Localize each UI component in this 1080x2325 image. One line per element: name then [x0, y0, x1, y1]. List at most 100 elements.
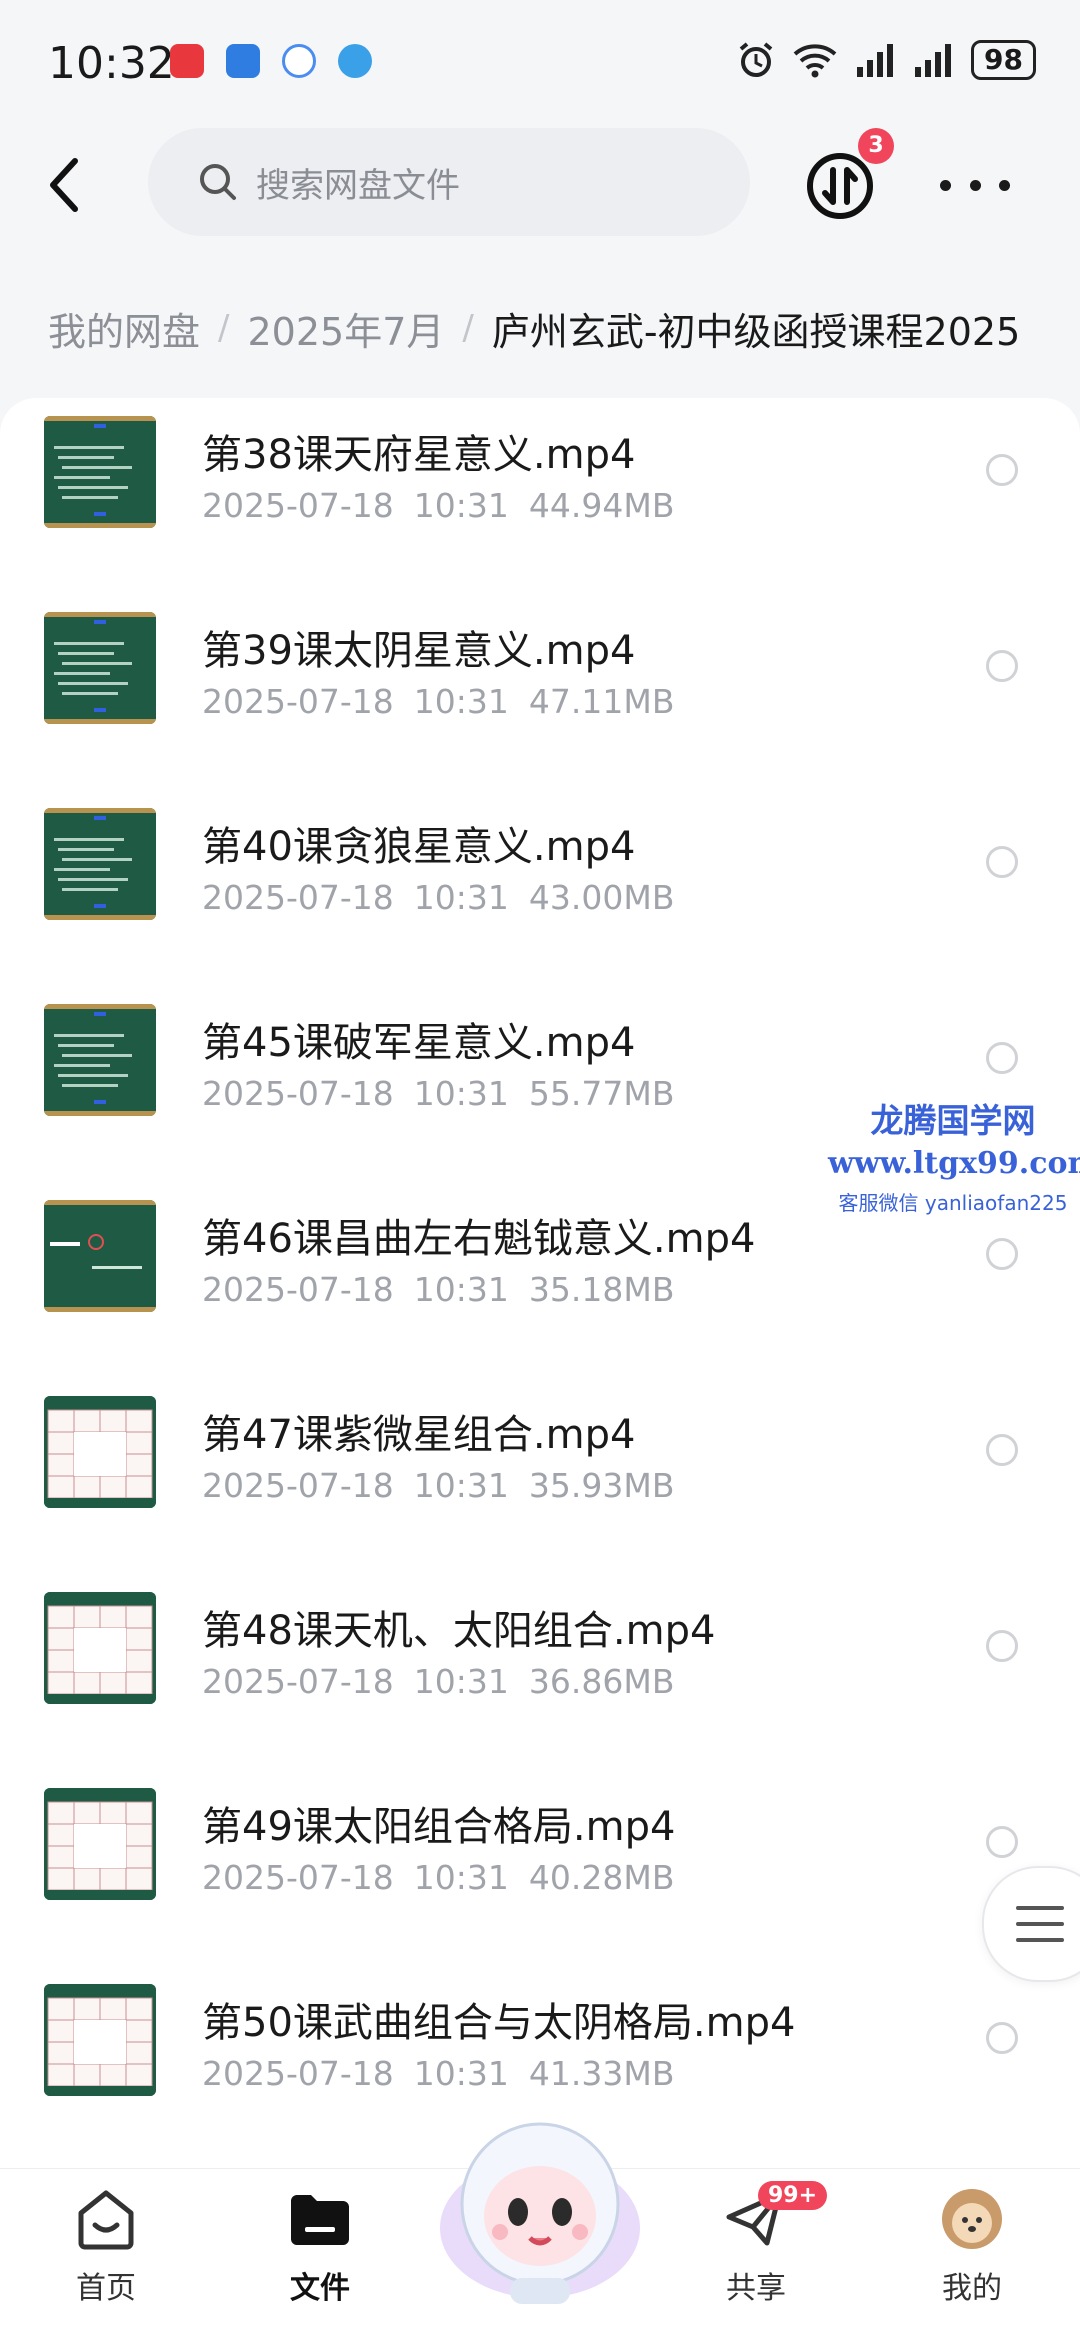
breadcrumb-item-root[interactable]: 我的网盘 — [48, 301, 200, 356]
file-size: 44.94MB — [528, 486, 675, 525]
top-bar: 搜索网盘文件 3 — [0, 120, 1080, 250]
file-meta: 2025-07-18 10:31 47.11MB — [202, 682, 674, 721]
file-meta: 2025-07-18 10:31 35.18MB — [202, 1270, 674, 1309]
file-name: 第45课破军星意义.mp4 — [202, 1020, 636, 1066]
file-name: 第38课天府星意义.mp4 — [202, 432, 636, 478]
watermark-contact: 客服微信 yanliaofan225 — [838, 1191, 1068, 1215]
transfer-badge: 3 — [858, 128, 894, 164]
file-time: 10:31 — [413, 878, 509, 917]
more-dot-icon — [969, 179, 981, 191]
file-time: 10:31 — [413, 1074, 509, 1113]
status-bar: 10:32 98 — [0, 0, 1080, 120]
watermark: 龙腾国学网 www.ltgx99.com 客服微信 yanliaofan225 — [828, 1094, 1080, 1216]
nav-label-share: 共享 — [726, 2271, 786, 2306]
breadcrumb-separator: / — [218, 308, 230, 348]
select-radio[interactable] — [986, 454, 1018, 486]
file-name: 第46课昌曲左右魁钺意义.mp4 — [202, 1216, 756, 1262]
alarm-icon — [739, 42, 773, 77]
file-time: 10:31 — [413, 1466, 509, 1505]
ai-assistant-mascot-button[interactable] — [430, 2108, 650, 2308]
huawei-app-icon — [170, 44, 204, 78]
file-date: 2025-07-18 — [202, 1858, 394, 1897]
file-meta: 2025-07-18 10:31 43.00MB — [202, 878, 674, 917]
select-radio[interactable] — [986, 1434, 1018, 1466]
file-time: 10:31 — [413, 1858, 509, 1897]
watermark-url: www.ltgx99.com — [828, 1146, 1080, 1181]
menu-line-icon — [1016, 1938, 1064, 1942]
breadcrumb-item-current: 庐州玄武-初中级函授课程2025 — [491, 309, 1021, 354]
select-radio[interactable] — [986, 650, 1018, 682]
transfer-list-button[interactable]: 3 — [800, 128, 894, 226]
video-thumbnail — [44, 1004, 156, 1116]
breadcrumb: 我的网盘 / 2025年7月 / 庐州玄武-初中级函授课程2025 — [48, 298, 1020, 358]
file-meta: 2025-07-18 10:31 36.86MB — [202, 1662, 674, 1701]
notification-icons — [170, 44, 372, 78]
file-meta: 2025-07-18 10:31 40.28MB — [202, 1858, 674, 1897]
video-thumbnail — [44, 612, 156, 724]
file-date: 2025-07-18 — [202, 682, 394, 721]
video-thumbnail — [44, 1396, 156, 1508]
menu-line-icon — [1016, 1922, 1064, 1926]
video-thumbnail — [44, 416, 156, 528]
file-name: 第49课太阳组合格局.mp4 — [202, 1804, 676, 1850]
file-size: 35.93MB — [528, 1466, 675, 1505]
file-date: 2025-07-18 — [202, 486, 394, 525]
nav-label-files: 文件 — [290, 2271, 350, 2306]
file-time: 10:31 — [413, 1270, 509, 1309]
select-radio[interactable] — [986, 846, 1018, 878]
file-name: 第39课太阴星意义.mp4 — [202, 628, 636, 674]
more-options-button[interactable] — [940, 160, 1010, 210]
file-name: 第40课贪狼星意义.mp4 — [202, 824, 636, 870]
file-date: 2025-07-18 — [202, 2054, 394, 2093]
search-icon — [200, 164, 236, 200]
signal-icon — [857, 44, 894, 77]
nav-item-files[interactable]: 文件 — [250, 2187, 390, 2307]
file-name: 第50课武曲组合与太阴格局.mp4 — [202, 2000, 796, 2046]
video-thumbnail — [44, 1984, 156, 2096]
video-thumbnail — [44, 1592, 156, 1704]
file-name: 第47课紫微星组合.mp4 — [202, 1412, 636, 1458]
nav-label-me: 我的 — [942, 2271, 1002, 2306]
folder-icon — [291, 2195, 349, 2245]
file-name: 第48课天机、太阳组合.mp4 — [202, 1608, 716, 1654]
list-item[interactable]: 第47课紫微星组合.mp4 2025-07-18 10:31 35.93MB — [0, 1378, 1080, 1574]
more-dot-icon — [999, 179, 1010, 191]
video-thumbnail — [44, 808, 156, 920]
file-date: 2025-07-18 — [202, 878, 394, 917]
search-placeholder: 搜索网盘文件 — [256, 165, 460, 206]
select-radio[interactable] — [986, 1630, 1018, 1662]
floating-menu-button[interactable] — [982, 1866, 1080, 1982]
back-button[interactable] — [34, 150, 94, 220]
status-time: 10:32 — [48, 38, 175, 89]
list-item[interactable]: 第39课太阴星意义.mp4 2025-07-18 10:31 47.11MB — [0, 594, 1080, 790]
file-meta: 2025-07-18 10:31 44.94MB — [202, 486, 674, 525]
avatar — [942, 2189, 1002, 2249]
search-input[interactable]: 搜索网盘文件 — [148, 128, 750, 236]
select-radio[interactable] — [986, 1238, 1018, 1270]
file-meta: 2025-07-18 10:31 35.93MB — [202, 1466, 674, 1505]
file-date: 2025-07-18 — [202, 1270, 394, 1309]
status-indicators: 98 — [737, 40, 1036, 80]
select-radio[interactable] — [986, 2022, 1018, 2054]
list-item[interactable]: 第49课太阳组合格局.mp4 2025-07-18 10:31 40.28MB — [0, 1770, 1080, 1966]
select-radio[interactable] — [986, 1042, 1018, 1074]
list-item[interactable]: 第48课天机、太阳组合.mp4 2025-07-18 10:31 36.86MB — [0, 1574, 1080, 1770]
file-size: 47.11MB — [528, 682, 675, 721]
file-list: 第38课天府星意义.mp4 2025-07-18 10:31 44.94MB 第39课太… — [0, 398, 1080, 2178]
file-time: 10:31 — [413, 2054, 509, 2093]
breadcrumb-item-month[interactable]: 2025年7月 — [247, 301, 444, 356]
file-size: 40.28MB — [528, 1858, 675, 1897]
list-item[interactable]: 第38课天府星意义.mp4 2025-07-18 10:31 44.94MB — [0, 398, 1080, 594]
file-size: 35.18MB — [528, 1270, 675, 1309]
file-time: 10:31 — [413, 1662, 509, 1701]
file-size: 41.33MB — [528, 2054, 675, 2093]
nav-item-share[interactable]: 99+ 共享 — [686, 2181, 828, 2307]
share-badge: 99+ — [758, 2181, 828, 2210]
list-item[interactable]: 第40课贪狼星意义.mp4 2025-07-18 10:31 43.00MB — [0, 790, 1080, 986]
nav-item-home[interactable]: 首页 — [36, 2187, 176, 2307]
select-radio[interactable] — [986, 1826, 1018, 1858]
file-date: 2025-07-18 — [202, 1466, 394, 1505]
home-icon — [78, 2190, 134, 2250]
nav-item-me[interactable]: 我的 — [902, 2187, 1042, 2307]
file-date: 2025-07-18 — [202, 1662, 394, 1701]
